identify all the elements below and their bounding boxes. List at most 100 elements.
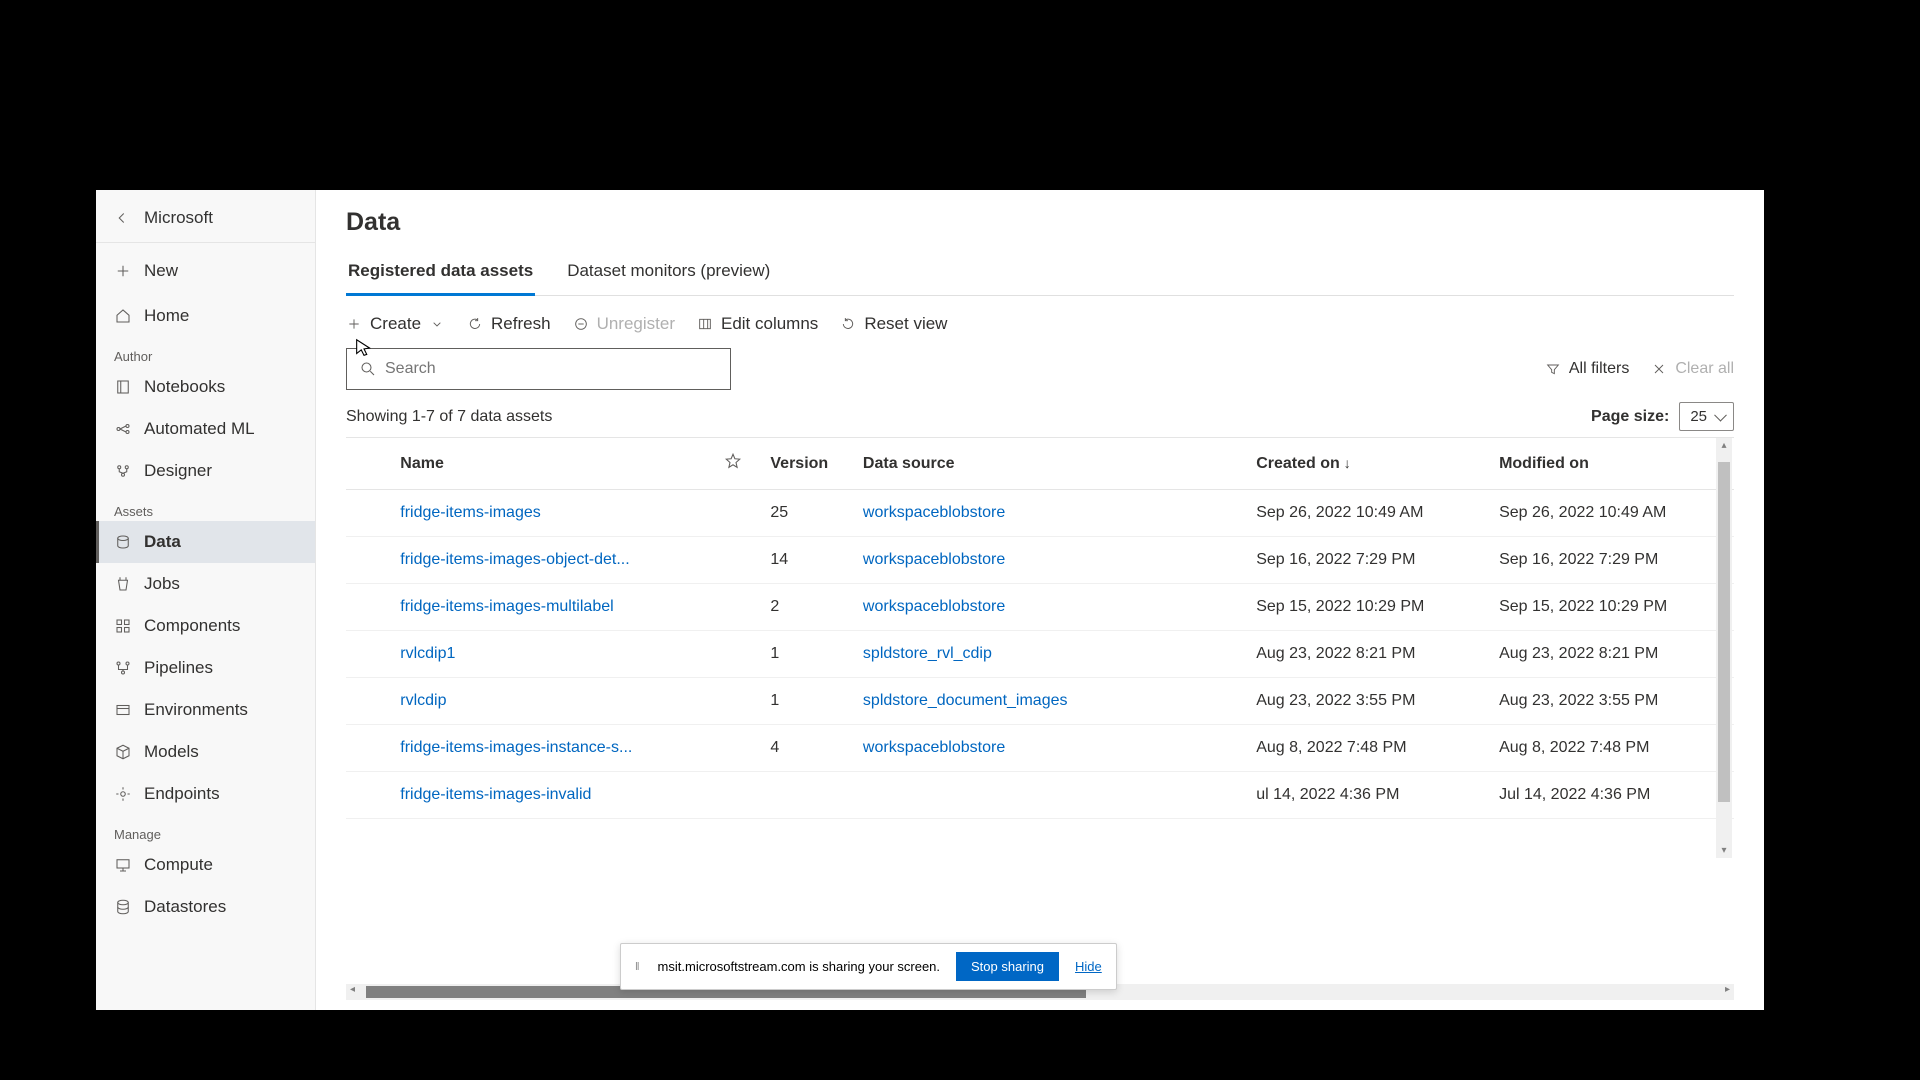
col-modified[interactable]: Modified on [1491, 438, 1734, 490]
data-table: Name Version Data source Created on↓ Mod… [346, 438, 1734, 819]
right-strip [1752, 190, 1764, 1010]
table-row[interactable]: fridge-items-images-object-det... 14 works… [346, 537, 1734, 584]
asset-created: Aug 23, 2022 8:21 PM [1248, 631, 1491, 678]
search-input[interactable] [385, 360, 718, 378]
asset-name-link[interactable]: rvlcdip [400, 692, 660, 710]
org-label: Microsoft [144, 208, 213, 228]
table-row[interactable]: rvlcdip11spldstore_rvl_cdipAug 23, 2022 … [346, 631, 1734, 678]
clear-all-label: Clear all [1675, 360, 1734, 378]
vscroll-thumb[interactable] [1718, 462, 1730, 802]
sidebar-item-endpoints[interactable]: Endpoints [96, 773, 315, 815]
asset-name-link[interactable]: fridge-items-images [400, 504, 660, 522]
sidebar-item-data[interactable]: Data [96, 521, 315, 563]
endpoints-icon [114, 785, 132, 803]
asset-created: Aug 23, 2022 3:55 PM [1248, 678, 1491, 725]
page-title: Data [346, 208, 1734, 237]
showing-text: Showing 1-7 of 7 data assets [346, 408, 552, 426]
table-row[interactable]: rvlcdip1spldstore_document_imagesAug 23,… [346, 678, 1734, 725]
sidebar-item-designer[interactable]: Designer [96, 450, 315, 492]
sidebar-item-models[interactable]: Models [96, 731, 315, 773]
sidebar-item-label: Jobs [144, 574, 180, 594]
asset-version: 25 [762, 490, 855, 537]
sidebar-item-jobs[interactable]: Jobs [96, 563, 315, 605]
refresh-button[interactable]: Refresh [467, 314, 551, 334]
asset-name-link[interactable]: rvlcdip1 [400, 645, 660, 663]
search-box[interactable] [346, 348, 731, 390]
datasource-link[interactable]: workspaceblobstore [863, 504, 1005, 521]
components-icon [114, 617, 132, 635]
sidebar-item-automl[interactable]: Automated ML [96, 408, 315, 450]
asset-version: 14 [762, 537, 855, 584]
sidebar-item-label: Automated ML [144, 419, 255, 439]
asset-name-link[interactable]: fridge-items-images-invalid [400, 786, 660, 804]
sidebar-new[interactable]: New [96, 243, 315, 295]
col-version[interactable]: Version [762, 438, 855, 490]
asset-modified: Aug 8, 2022 7:48 PM [1491, 725, 1734, 772]
page-size: Page size: 25 [1591, 402, 1734, 431]
all-filters-label: All filters [1569, 360, 1629, 378]
reset-view-button[interactable]: Reset view [840, 314, 947, 334]
datasource-link[interactable]: workspaceblobstore [863, 551, 1005, 568]
status-row: Showing 1-7 of 7 data assets Page size: … [346, 402, 1734, 431]
col-favorite[interactable] [716, 438, 762, 490]
table-row[interactable]: fridge-items-images-multilabel 2 workspace… [346, 584, 1734, 631]
all-filters-button[interactable]: All filters [1545, 360, 1629, 378]
sidebar-item-notebooks[interactable]: Notebooks [96, 366, 315, 408]
sidebar-item-components[interactable]: Components [96, 605, 315, 647]
table-row[interactable]: fridge-items-images-instance-s...4worksp… [346, 725, 1734, 772]
unregister-label: Unregister [597, 314, 675, 334]
asset-modified: Sep 26, 2022 10:49 AM [1491, 490, 1734, 537]
sidebar-item-label: Components [144, 616, 240, 636]
resetview-label: Reset view [864, 314, 947, 334]
stop-sharing-button[interactable]: Stop sharing [956, 952, 1059, 981]
sidebar-item-label: Endpoints [144, 784, 220, 804]
chevron-down-icon [429, 316, 445, 332]
col-datasource[interactable]: Data source [855, 438, 1248, 490]
sidebar-item-label: Datastores [144, 897, 226, 917]
sidebar-item-label: Compute [144, 855, 213, 875]
tabs: Registered data assets Dataset monitors … [346, 251, 1734, 296]
sidebar-item-compute[interactable]: Compute [96, 844, 315, 886]
app-window: Microsoft New Home Author Notebooks Auto… [96, 190, 1764, 1010]
col-name[interactable]: Name [392, 438, 716, 490]
sidebar-item-datastores[interactable]: Datastores [96, 886, 315, 928]
asset-modified: Aug 23, 2022 3:55 PM [1491, 678, 1734, 725]
asset-version: 2 [762, 584, 855, 631]
filter-actions: All filters Clear all [1545, 360, 1734, 378]
datasource-link[interactable]: spldstore_rvl_cdip [863, 645, 992, 662]
cursor-icon [353, 337, 375, 359]
asset-name-link[interactable]: fridge-items-images-multilabel [400, 598, 660, 616]
create-button[interactable]: Create [346, 314, 445, 334]
asset-name-link[interactable]: fridge-items-images-object-det... [400, 551, 660, 569]
sidebar-org[interactable]: Microsoft [96, 194, 315, 243]
sidebar-item-pipelines[interactable]: Pipelines [96, 647, 315, 689]
vertical-scrollbar[interactable] [1716, 438, 1732, 858]
sidebar-item-home[interactable]: Home [96, 295, 315, 337]
unregister-button: Unregister [573, 314, 675, 334]
asset-name-link[interactable]: fridge-items-images-instance-s... [400, 739, 660, 757]
table-row[interactable]: fridge-items-images 25 workspaceblobstore S… [346, 490, 1734, 537]
datasource-link[interactable]: workspaceblobstore [863, 598, 1005, 615]
col-created[interactable]: Created on↓ [1248, 438, 1491, 490]
tab-monitors[interactable]: Dataset monitors (preview) [565, 251, 772, 296]
refresh-icon [467, 316, 483, 332]
unregister-icon [573, 316, 589, 332]
editcols-label: Edit columns [721, 314, 818, 334]
page-size-select[interactable]: 25 [1679, 402, 1734, 431]
drag-handle-icon[interactable]: ‖ [635, 961, 642, 973]
tab-registered[interactable]: Registered data assets [346, 251, 535, 296]
sidebar-item-environments[interactable]: Environments [96, 689, 315, 731]
hide-link[interactable]: Hide [1075, 959, 1102, 974]
asset-created: Aug 8, 2022 7:48 PM [1248, 725, 1491, 772]
create-label: Create [370, 314, 421, 334]
table-row[interactable]: fridge-items-images-invalidul 14, 2022 4… [346, 772, 1734, 819]
page-size-label: Page size: [1591, 408, 1669, 426]
section-author: Author [96, 337, 315, 366]
asset-modified: Sep 15, 2022 10:29 PM [1491, 584, 1734, 631]
filter-row: All filters Clear all [346, 348, 1734, 390]
datasource-link[interactable]: workspaceblobstore [863, 739, 1005, 756]
datasource-link[interactable]: spldstore_document_images [863, 692, 1068, 709]
pipelines-icon [114, 659, 132, 677]
edit-columns-button[interactable]: Edit columns [697, 314, 818, 334]
compute-icon [114, 856, 132, 874]
